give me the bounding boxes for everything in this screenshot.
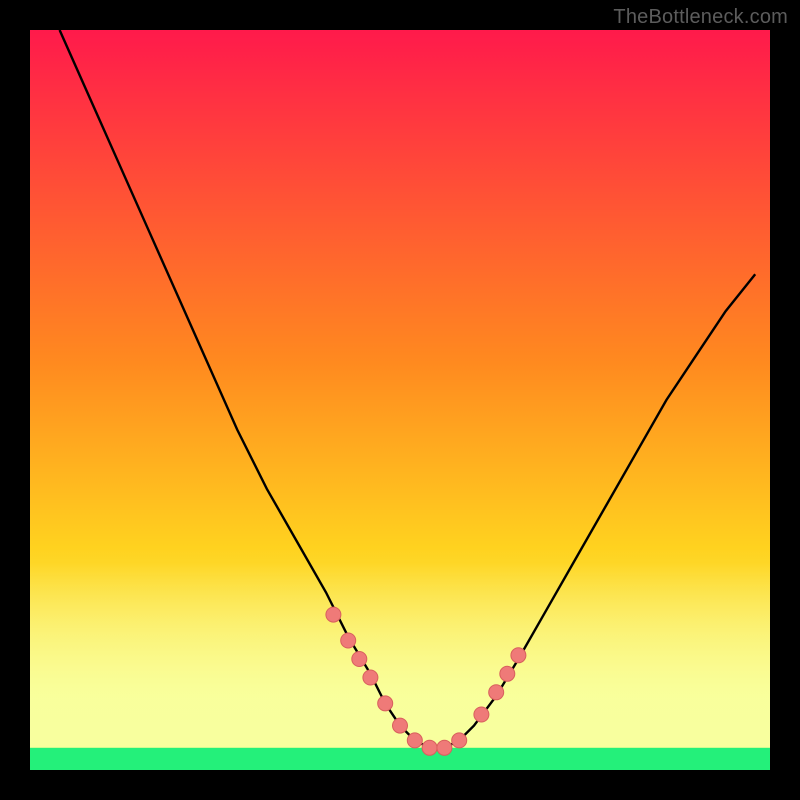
curve-marker <box>363 670 378 685</box>
curve-marker <box>326 607 341 622</box>
curve-marker <box>500 666 515 681</box>
curve-marker <box>489 685 504 700</box>
curve-marker <box>511 648 526 663</box>
curve-marker <box>452 733 467 748</box>
chart-stage: TheBottleneck.com <box>0 0 800 800</box>
watermark-text: TheBottleneck.com <box>613 6 788 29</box>
curve-marker <box>352 652 367 667</box>
bottom-green-band <box>30 748 770 770</box>
curve-marker <box>378 696 393 711</box>
curve-marker <box>474 707 489 722</box>
curve-marker <box>393 718 408 733</box>
curve-marker <box>407 733 422 748</box>
curve-marker <box>437 740 452 755</box>
chart-plot <box>30 30 770 770</box>
curve-marker <box>422 740 437 755</box>
curve-marker <box>341 633 356 648</box>
